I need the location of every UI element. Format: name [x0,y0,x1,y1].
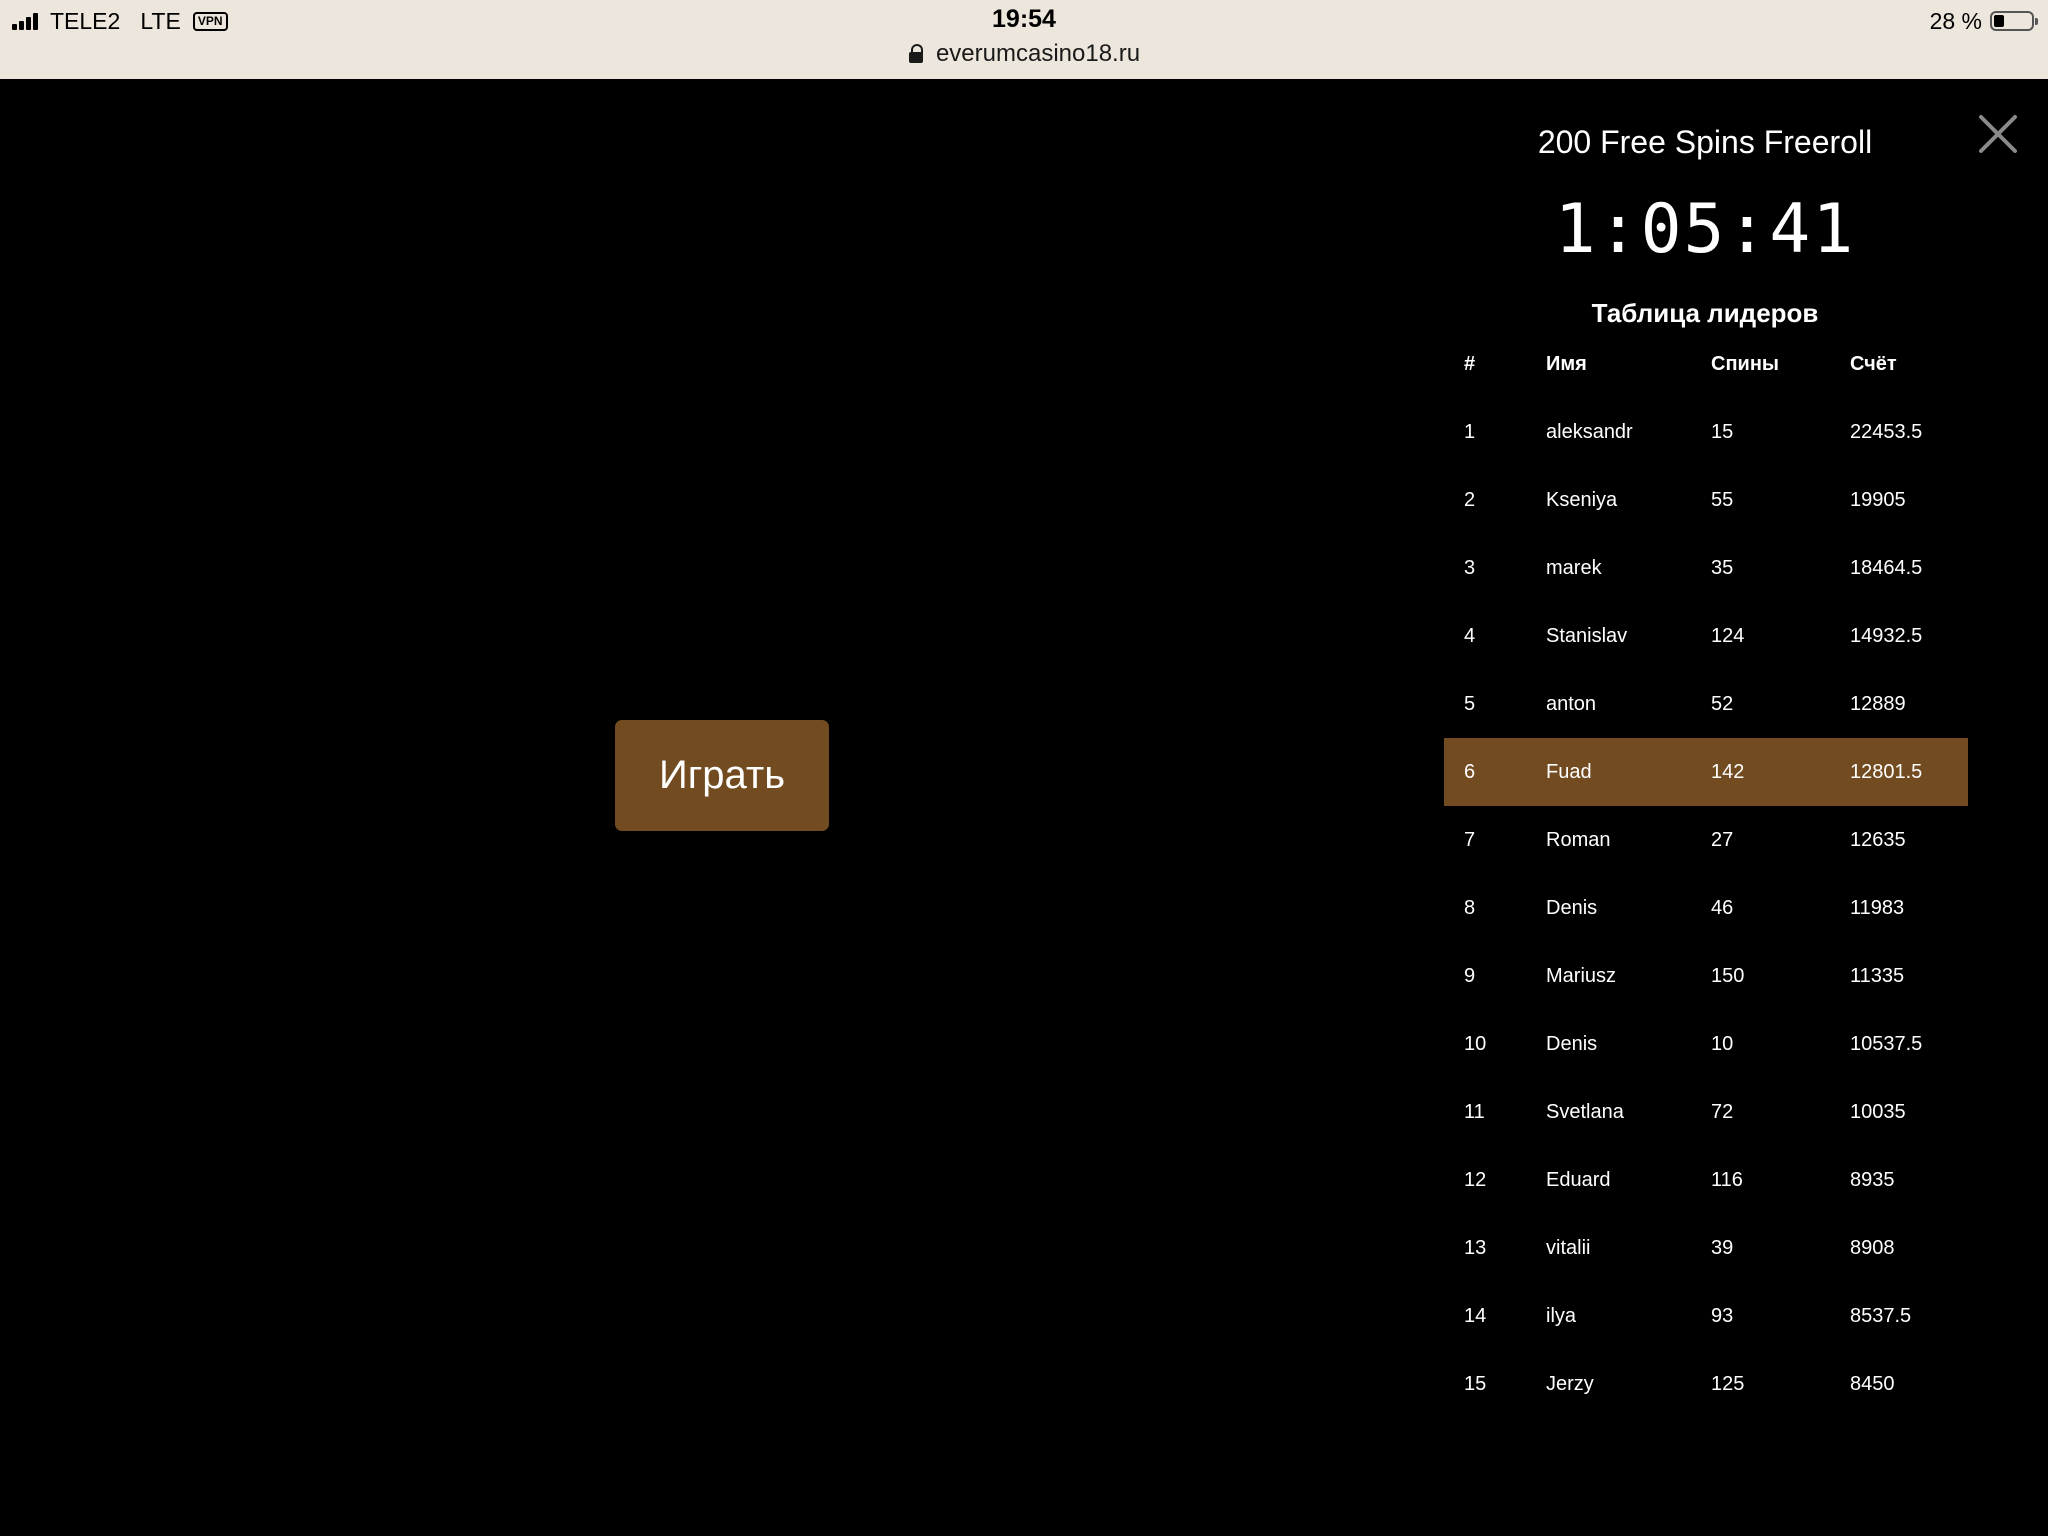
address-bar[interactable]: everumcasino18.ru [0,40,2048,68]
rank-cell: 4 [1464,624,1476,647]
score-cell: 22453.5 [1850,420,1923,443]
table-row: 10 Denis 10 10537.5 [1444,1010,1968,1078]
url-text: everumcasino18.ru [935,40,1141,67]
rank-cell: 11 [1464,1100,1485,1123]
countdown-timer: 1:05:41 [1554,190,1856,269]
column-spins: Спины [1711,352,1779,375]
spins-cell: 125 [1711,1372,1745,1395]
name-cell: Kseniya [1546,488,1618,511]
rank-cell: 7 [1464,828,1476,851]
rank-cell: 3 [1464,556,1476,579]
table-row: 15 Jerzy 125 8450 [1444,1350,1968,1418]
column-rank: # [1464,352,1476,375]
spins-cell: 124 [1711,624,1745,647]
score-cell: 12801.5 [1849,738,1968,806]
spins-cell: 55 [1711,488,1734,511]
score-cell: 18464.5 [1850,556,1923,579]
rank-cell: 1 [1464,420,1476,443]
rank-cell: 9 [1464,964,1476,987]
spins-cell: 35 [1711,556,1734,579]
rank-cell: 6 [1444,738,1545,806]
score-cell: 11983 [1850,896,1905,919]
table-row: 11 Svetlana 72 10035 [1444,1078,1968,1146]
table-row: 6 Fuad 142 12801.5 [1444,738,1968,806]
table-row: 13 vitalii 39 8908 [1444,1214,1968,1282]
name-cell: marek [1546,556,1602,579]
name-cell: Svetlana [1546,1100,1624,1123]
score-cell: 8935 [1850,1168,1895,1191]
score-cell: 8537.5 [1850,1304,1912,1327]
column-name: Имя [1546,352,1587,375]
score-cell: 14932.5 [1850,624,1923,647]
spins-cell: 10 [1711,1032,1734,1055]
table-row: 7 Roman 27 12635 [1444,806,1968,874]
table-row: 3 marek 35 18464.5 [1444,534,1968,602]
table-row: 4 Stanislav 124 14932.5 [1444,602,1968,670]
column-score: Счёт [1850,352,1897,375]
name-cell: Denis [1546,1032,1598,1055]
leaderboard-title: Таблица лидеров [1591,298,1819,328]
name-cell: aleksandr [1546,420,1633,443]
spins-cell: 142 [1710,738,1849,806]
spins-cell: 27 [1711,828,1734,851]
table-row: 12 Eduard 116 8935 [1444,1146,1968,1214]
score-cell: 12889 [1850,692,1906,715]
name-cell: Jerzy [1546,1372,1594,1395]
leaderboard-body: 1 aleksandr 15 22453.5 2 Kseniya 55 19905 3 marek… [1444,398,1968,1418]
rank-cell: 2 [1464,488,1476,511]
status-time: 19:54 [992,5,1056,33]
spins-cell: 150 [1711,964,1745,987]
leaderboard-table: # Имя Спины Счёт 1 aleksandr 15 22453.5 2 Kse… [1444,330,1968,1418]
table-row: 8 Denis 46 11983 [1444,874,1968,942]
browser-top-bar: TELE2 LTE VPN 19:54 28 % everumcasino18.… [0,0,2048,79]
close-button[interactable] [1977,113,2019,155]
rank-cell: 10 [1464,1032,1487,1055]
rank-cell: 8 [1464,896,1476,919]
spins-cell: 15 [1711,420,1734,443]
rank-cell: 12 [1464,1168,1487,1191]
rank-cell: 5 [1464,692,1476,715]
score-cell: 11335 [1850,964,1905,987]
rank-cell: 15 [1464,1372,1487,1395]
table-row: 2 Kseniya 55 19905 [1444,466,1968,534]
spins-cell: 39 [1711,1236,1734,1259]
tournament-title: 200 Free Spins Freeroll [1537,124,1873,160]
spins-cell: 72 [1711,1100,1734,1123]
spins-cell: 116 [1711,1168,1743,1191]
table-row: 1 aleksandr 15 22453.5 [1444,398,1968,466]
score-cell: 8908 [1850,1236,1895,1259]
score-cell: 12635 [1850,828,1906,851]
score-cell: 10537.5 [1850,1032,1923,1055]
leaderboard-header: # Имя Спины Счёт [1444,330,1968,398]
name-cell: Eduard [1546,1168,1611,1191]
name-cell: Stanislav [1546,624,1628,647]
spins-cell: 93 [1711,1304,1734,1327]
lock-icon [908,44,926,64]
close-icon [1979,115,2017,153]
table-row: 14 ilya 93 8537.5 [1444,1282,1968,1350]
table-row: 9 Mariusz 150 11335 [1444,942,1968,1010]
rank-cell: 13 [1464,1236,1487,1259]
battery-percent: 28 % [1929,7,1982,34]
battery-icon [1990,11,2038,31]
rank-cell: 14 [1464,1304,1487,1327]
name-cell: Denis [1546,896,1598,919]
name-cell: ilya [1546,1304,1577,1327]
score-cell: 10035 [1850,1100,1906,1123]
name-cell: Fuad [1545,738,1710,806]
name-cell: Mariusz [1546,964,1617,987]
battery-level [1994,15,2005,27]
spins-cell: 46 [1711,896,1734,919]
name-cell: vitalii [1546,1236,1591,1259]
name-cell: Roman [1546,828,1611,851]
play-button[interactable]: Играть [615,720,829,831]
score-cell: 19905 [1850,488,1906,511]
score-cell: 8450 [1850,1372,1895,1395]
name-cell: anton [1546,692,1597,715]
table-row: 5 anton 52 12889 [1444,670,1968,738]
spins-cell: 52 [1711,692,1734,715]
status-right: 28 % [1929,6,2038,36]
